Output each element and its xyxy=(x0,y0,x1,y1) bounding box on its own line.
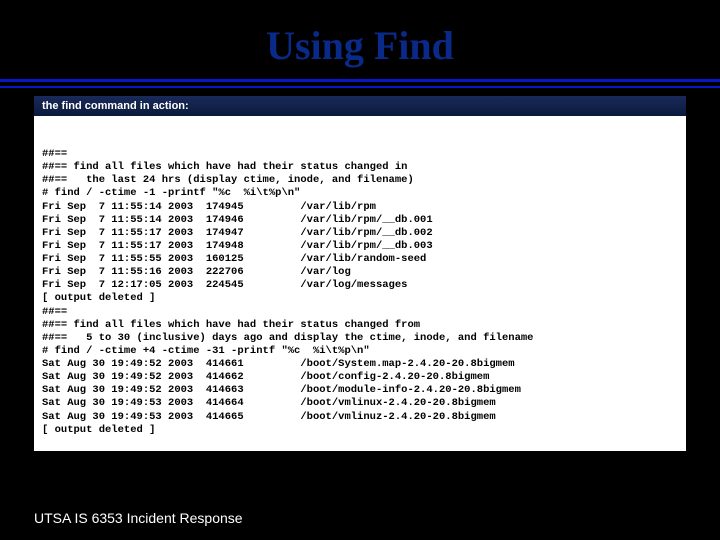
footer-text: UTSA IS 6353 Incident Response xyxy=(34,510,243,526)
divider-thick xyxy=(0,79,720,82)
slide: Using Find the find command in action: #… xyxy=(0,0,720,540)
terminal-output: ##== ##== find all files which have had … xyxy=(34,116,686,451)
divider-thin xyxy=(0,86,720,88)
slide-title: Using Find xyxy=(0,0,720,79)
subtitle-bar: the find command in action: xyxy=(34,96,686,116)
